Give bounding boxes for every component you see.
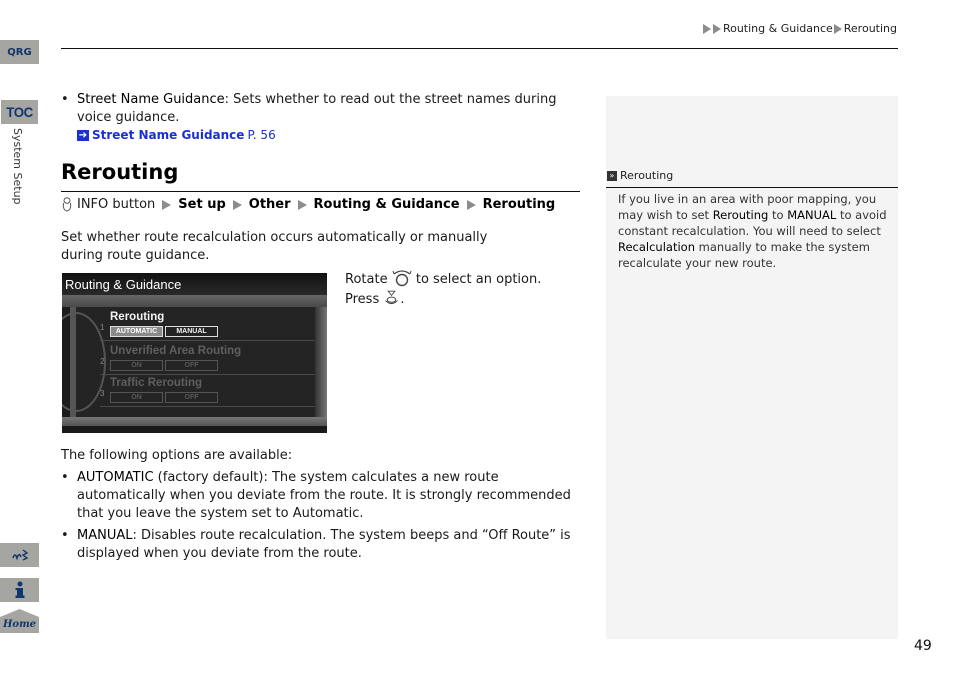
row-label: Rerouting — [110, 311, 165, 323]
nav-start: INFO button — [77, 197, 156, 212]
note-term: MANUAL — [787, 208, 837, 222]
side-note-heading: » Rerouting — [607, 169, 673, 182]
nav-step: Set up — [178, 197, 226, 212]
screen-band — [62, 417, 327, 426]
screen-band — [62, 295, 327, 307]
nav-step: Rerouting — [482, 197, 556, 212]
bullet: • — [61, 92, 69, 107]
section-side-label: System Setup — [11, 128, 24, 205]
qrg-tab[interactable]: QRG — [0, 40, 39, 64]
screen-row-rerouting: 1 Rerouting AUTOMATIC MANUAL — [100, 309, 325, 341]
path-arrow-icon — [466, 199, 476, 210]
nav-step: Other — [248, 197, 291, 212]
path-arrow-icon — [297, 199, 307, 210]
path-arrow-icon — [162, 199, 172, 210]
breadcrumb-item[interactable]: Routing & Guidance — [723, 22, 833, 35]
screen-frame — [315, 307, 327, 417]
option-manual: MANUAL — [165, 326, 218, 337]
option-off: OFF — [165, 392, 218, 403]
voice-command-tab[interactable] — [0, 543, 39, 567]
note-term: Recalculation — [618, 240, 695, 254]
side-note-divider — [606, 187, 898, 188]
option-term: MANUAL — [77, 528, 133, 543]
option-description: : Disables route recalculation. The syst… — [77, 528, 571, 561]
navigation-screen-image: Routing & Guidance 1 Rerouting AUTOMATIC… — [62, 273, 327, 433]
press-label: Press — [345, 292, 380, 307]
nav-step: Routing & Guidance — [313, 197, 460, 212]
section-intro: Set whether route recalculation occurs a… — [61, 230, 488, 263]
options-intro: The following options are available: — [61, 448, 293, 463]
breadcrumb-arrow-icon — [702, 23, 711, 34]
press-instruction: . — [400, 292, 405, 307]
option-automatic: AUTOMATIC — [110, 326, 163, 337]
info-icon — [15, 581, 24, 598]
interface-dial-instructions: Rotate to select an option. Press . — [345, 269, 541, 309]
rotate-knob-icon — [392, 270, 412, 287]
option-item-automatic: • AUTOMATIC (factory default): The syste… — [61, 469, 576, 523]
header-divider — [61, 48, 898, 49]
navigation-path: INFO button Set up Other Routing & Guida… — [61, 197, 555, 212]
note-text: to — [768, 208, 788, 222]
screen-row-traffic-rerouting: 3 Traffic Rerouting ON OFF — [100, 375, 325, 407]
home-label: Home — [2, 618, 37, 630]
screen-title: Routing & Guidance — [62, 273, 327, 295]
info-tab[interactable] — [0, 578, 39, 602]
street-name-term: Street Name Guidance — [77, 92, 225, 107]
bullet: • — [61, 470, 69, 485]
note-double-arrow-icon: » — [607, 170, 617, 181]
rotate-label: Rotate — [345, 272, 388, 287]
row-number: 3 — [100, 389, 105, 398]
screen-menu-panel: 1 Rerouting AUTOMATIC MANUAL 2 Unverifie… — [62, 307, 325, 417]
option-off: OFF — [165, 360, 218, 371]
press-button-icon — [62, 197, 72, 212]
breadcrumb-item[interactable]: Rerouting — [844, 22, 897, 35]
path-arrow-icon — [232, 199, 242, 210]
breadcrumb-arrow-icon — [833, 23, 842, 34]
street-name-guidance-item: • Street Name Guidance: Sets whether to … — [61, 91, 561, 127]
option-term: AUTOMATIC — [77, 470, 154, 485]
screen-row-unverified-area-routing: 2 Unverified Area Routing ON OFF — [100, 343, 325, 375]
row-number: 2 — [100, 357, 105, 366]
toc-tab[interactable]: TOC — [0, 100, 39, 124]
note-heading-text: Rerouting — [620, 169, 674, 182]
row-label: Traffic Rerouting — [110, 377, 203, 389]
rotate-instruction: to select an option. — [415, 272, 542, 287]
section-title: Rerouting — [61, 160, 179, 184]
row-label: Unverified Area Routing — [110, 345, 242, 357]
screen-bottom-bar — [62, 426, 327, 433]
title-divider — [61, 191, 580, 192]
street-name-guidance-link[interactable]: ➔ Street Name Guidance P. 56 — [77, 128, 276, 142]
page-number: 49 — [914, 638, 932, 654]
row-number: 1 — [100, 323, 105, 332]
breadcrumb-arrow-icon — [712, 23, 721, 34]
voice-command-icon — [11, 549, 28, 561]
xref-label: Street Name Guidance — [92, 128, 245, 142]
option-on: ON — [110, 360, 163, 371]
bullet: • — [61, 528, 69, 543]
header-breadcrumb: Routing & Guidance Rerouting — [702, 22, 897, 35]
cross-reference-arrow-icon: ➔ — [77, 129, 89, 141]
option-on: ON — [110, 392, 163, 403]
press-knob-icon — [385, 290, 399, 305]
option-item-manual: • MANUAL: Disables route recalculation. … — [61, 527, 576, 563]
home-tab[interactable]: Home — [0, 609, 39, 633]
side-note-body: If you live in an area with poor mapping… — [618, 191, 893, 271]
note-term: Rerouting — [712, 208, 769, 222]
xref-page: P. 56 — [247, 128, 276, 142]
